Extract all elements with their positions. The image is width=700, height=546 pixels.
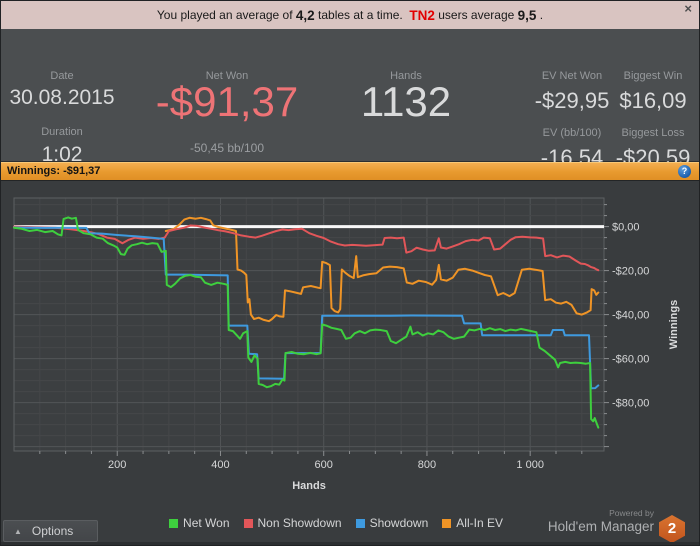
- banner-tables-average: 4,2: [295, 7, 315, 23]
- y-axis-title: Winnings: [668, 300, 680, 349]
- winnings-chart-panel: 200 400 600 800 1 000 $0,00 -$20,00 -$40,00 -$60…: [1, 181, 699, 545]
- legend-swatch-icon: [355, 518, 365, 528]
- chevron-up-icon: ▲: [14, 526, 22, 536]
- session-results-window: You played an average of 4,2 tables at a…: [0, 0, 700, 546]
- biggest-win-value: $16,09: [619, 88, 687, 113]
- y-tick-label: $0,00: [612, 222, 640, 234]
- winnings-section-label: Winnings: -$91,37: [7, 165, 101, 177]
- banner-text-suffix: .: [536, 8, 544, 22]
- winnings-chart-svg: 200 400 600 800 1 000 $0,00 -$20,00 -$40,00 -$60…: [13, 197, 680, 492]
- close-icon[interactable]: ×: [684, 2, 692, 16]
- x-tick-label: 400: [211, 459, 229, 471]
- x-tick-label: 1 000: [516, 459, 544, 471]
- x-tick-label: 600: [315, 459, 333, 471]
- banner-text-prefix: You played an average of: [156, 8, 296, 22]
- legend-item-all-in-ev[interactable]: All-In EV: [442, 516, 503, 530]
- help-icon[interactable]: ?: [678, 165, 691, 178]
- biggest-loss-label: Biggest Loss: [621, 127, 685, 139]
- net-won-bb100: -50,45 bb/100: [189, 141, 265, 155]
- session-stats-header: Date 30.08.2015 Duration 1:02 Net Won -$…: [1, 29, 699, 170]
- legend-item-non-showdown[interactable]: Non Showdown: [243, 516, 342, 530]
- options-button-label: Options: [31, 524, 74, 538]
- holdem-manager-brand: Hold'em Manager: [547, 518, 654, 534]
- date-value: 30.08.2015: [9, 86, 115, 109]
- duration-label: Duration: [41, 126, 83, 138]
- banner-users-average: 9,5: [517, 7, 537, 23]
- y-tick-label: -$80,00: [612, 398, 649, 410]
- winnings-section-bar[interactable]: Winnings: -$91,37 ?: [1, 162, 699, 181]
- x-tick-label: 200: [108, 459, 126, 471]
- y-tick-label: -$20,00: [612, 266, 649, 278]
- banner-text-mid: tables at a time.: [314, 8, 410, 22]
- legend-swatch-icon: [243, 518, 253, 528]
- powered-by-block: Powered by Hold'em Manager: [548, 509, 654, 533]
- biggest-win-label: Biggest Win: [623, 70, 683, 82]
- x-axis-title: Hands: [292, 480, 326, 492]
- y-tick-label: -$60,00: [612, 354, 649, 366]
- legend-item-net-won[interactable]: Net Won: [169, 516, 230, 530]
- legend-swatch-icon: [442, 518, 452, 528]
- legend-item-showdown[interactable]: Showdown: [355, 516, 429, 530]
- powered-by-text: Powered by: [609, 508, 654, 518]
- date-label: Date: [50, 70, 74, 82]
- legend-label: Net Won: [183, 516, 230, 530]
- options-button[interactable]: ▲ Options: [3, 520, 98, 542]
- net-won-value: -$91,37: [155, 78, 299, 125]
- x-tick-label: 800: [418, 459, 436, 471]
- hands-value: 1132: [360, 78, 452, 125]
- legend-label: Non Showdown: [257, 516, 342, 530]
- y-tick-label: -$40,00: [612, 310, 649, 322]
- tables-average-banner: You played an average of 4,2 tables at a…: [1, 1, 699, 30]
- legend-label: Showdown: [369, 516, 429, 530]
- banner-text-users: users average: [434, 8, 518, 22]
- banner-tablening-brand: TN2: [409, 7, 435, 23]
- legend-swatch-icon: [169, 518, 179, 528]
- window-bottom-edge: [1, 542, 699, 545]
- legend-label: All-In EV: [456, 516, 503, 530]
